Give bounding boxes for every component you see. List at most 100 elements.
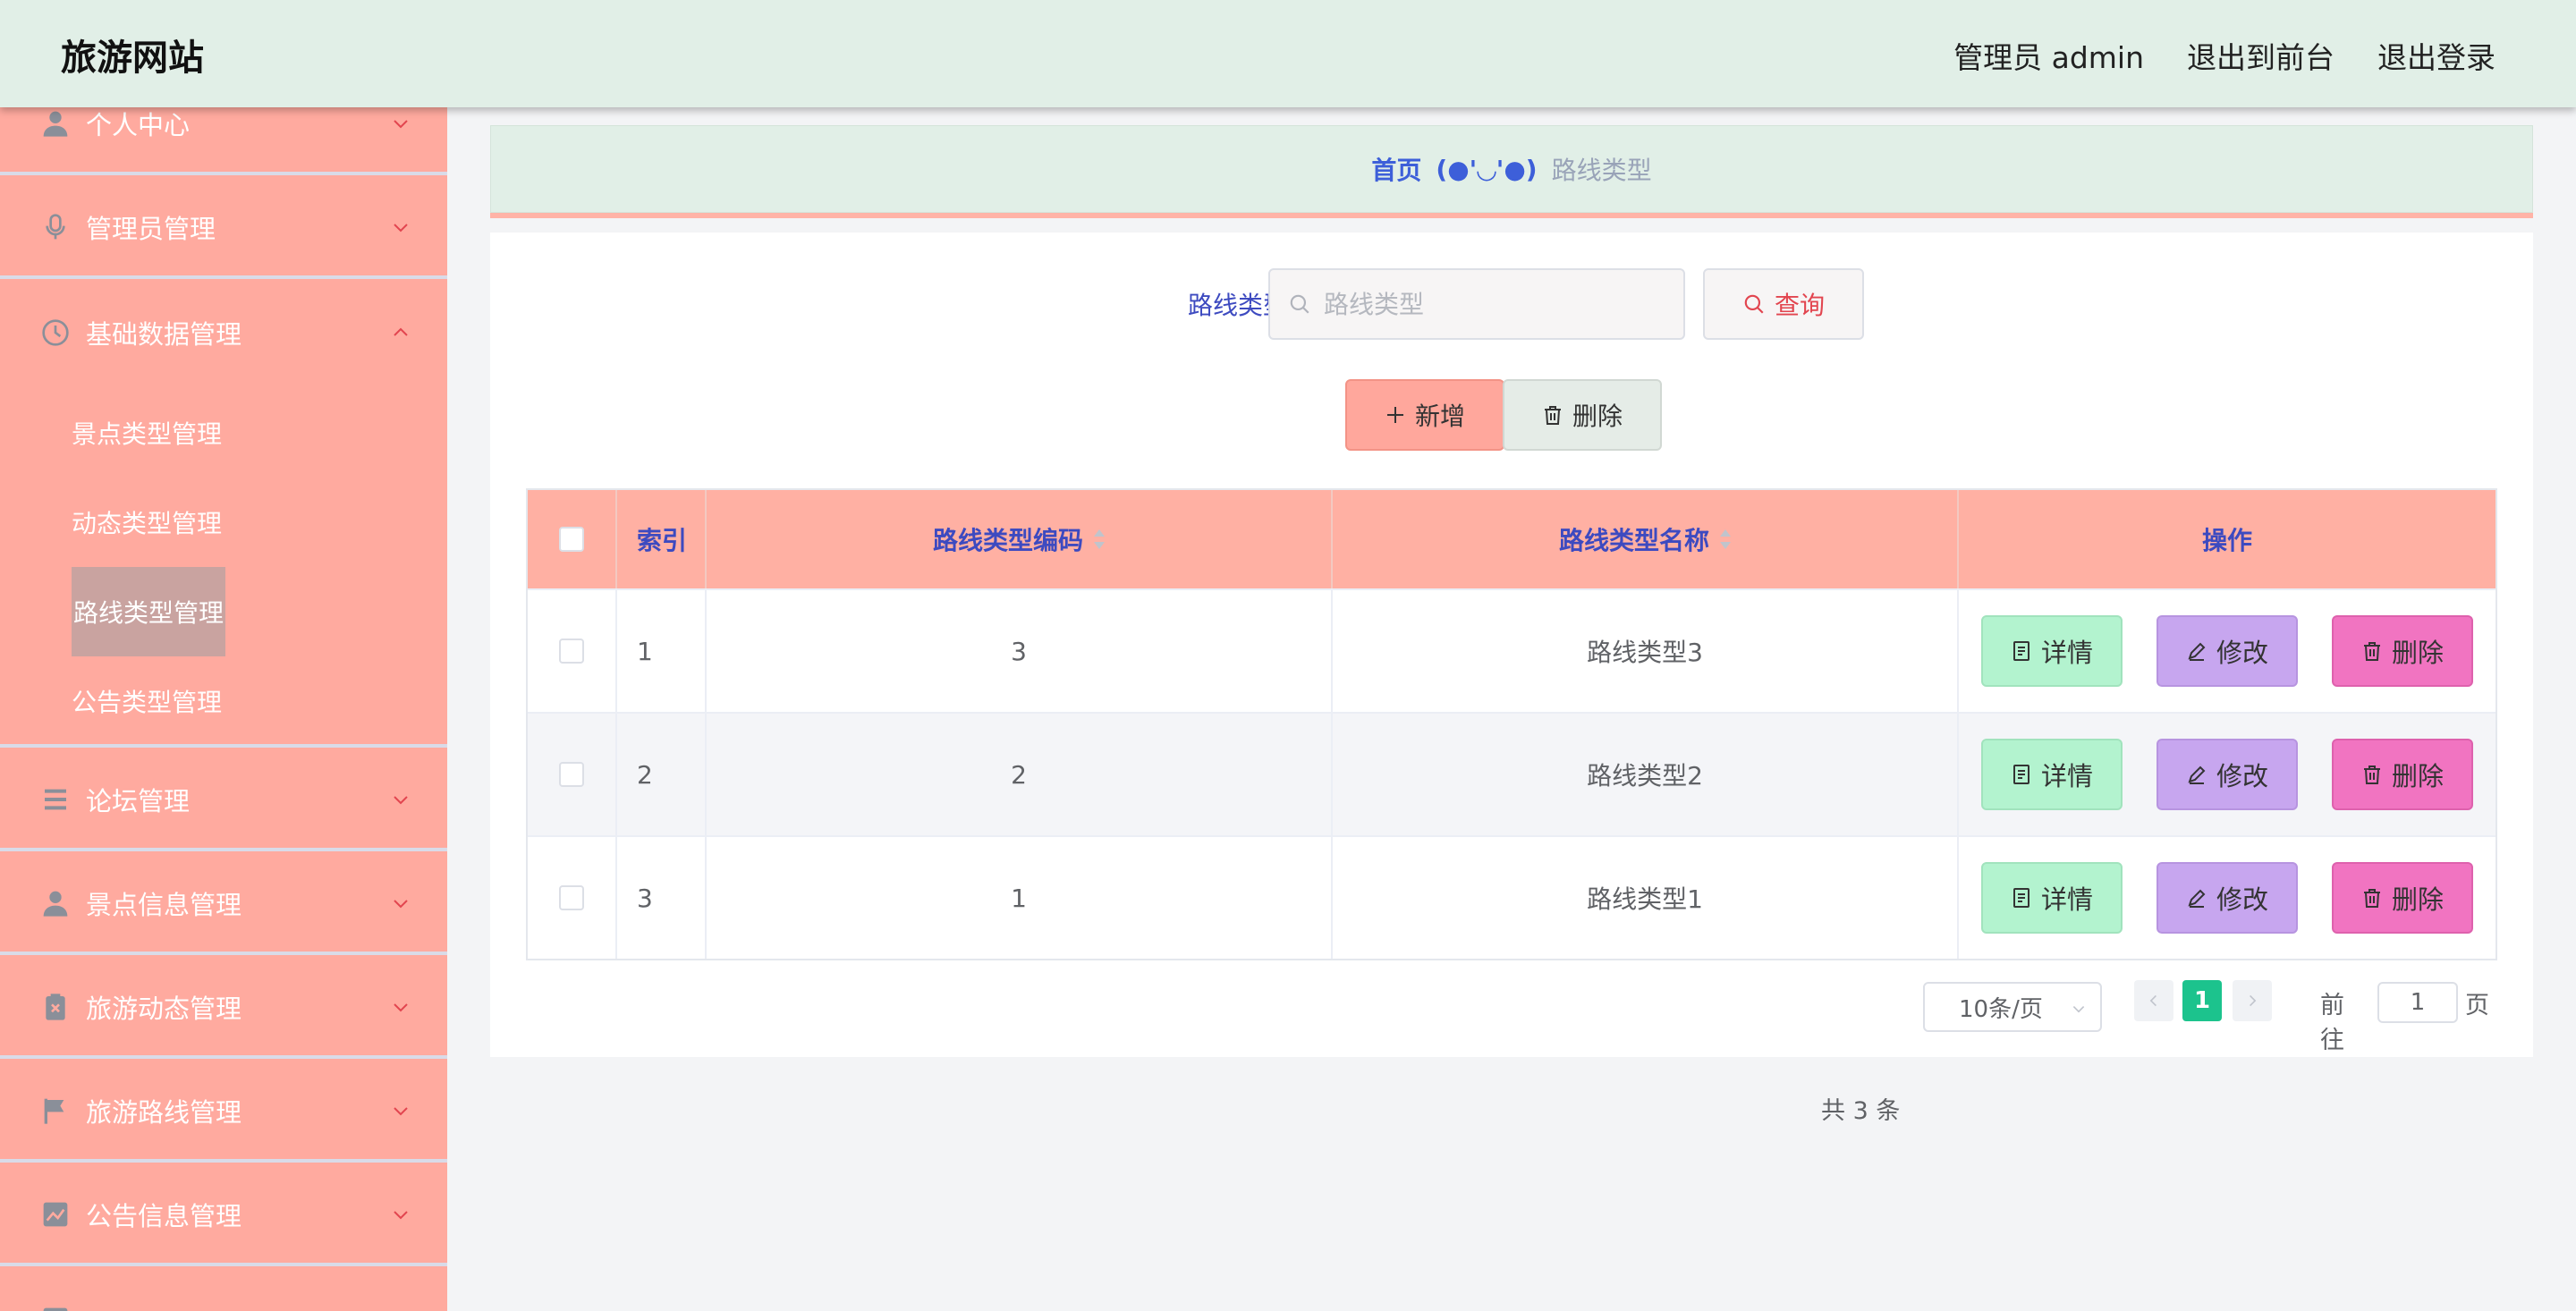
sort-icon[interactable]: [1720, 529, 1731, 549]
add-button[interactable]: 新增: [1345, 379, 1504, 451]
goto-page-input[interactable]: [2377, 982, 2458, 1023]
sidebar-item-personal-center[interactable]: 个人中心: [0, 107, 447, 175]
site-title: 旅游网站: [61, 38, 204, 79]
edit-button-label: 修改: [2216, 638, 2268, 668]
row-select-cell: [528, 837, 617, 959]
row-code: 1: [707, 837, 1333, 959]
search-field[interactable]: [1268, 268, 1685, 340]
sidebar-item-basic-data-management[interactable]: 基础数据管理: [0, 283, 447, 383]
page-unit-label: 页: [2465, 992, 2489, 1019]
sort-icon[interactable]: [1094, 529, 1105, 549]
menu-icon: [41, 1306, 70, 1311]
sidebar-item-travel-route-management[interactable]: 旅游路线管理: [0, 1062, 447, 1163]
page-size-value: 10条/页: [1959, 995, 2043, 1023]
document-icon: [2012, 765, 2029, 784]
edit-button-label: 修改: [2216, 884, 2268, 915]
prev-page-button[interactable]: [2134, 980, 2174, 1021]
row-ops: 详情 修改 删除: [1959, 714, 2496, 835]
pagination-total: 共 3 条: [1821, 1097, 1901, 1125]
breadcrumb-home[interactable]: 首页: [1371, 151, 1421, 187]
sidebar-subitem-scenic-type[interactable]: 景点类型管理: [72, 388, 222, 478]
plus-icon: [1386, 407, 1403, 423]
chevron-down-icon: [2072, 1006, 2085, 1013]
page-size-select[interactable]: 10条/页: [1923, 982, 2102, 1032]
sidebar-item-admin-management[interactable]: 管理员管理: [0, 179, 447, 279]
breadcrumb-current: 路线类型: [1551, 156, 1652, 185]
sidebar-subitem-news-type[interactable]: 动态类型管理: [72, 478, 222, 567]
detail-button[interactable]: 详情: [1981, 739, 2123, 810]
top-nav: 管理员 admin 退出到前台 退出登录: [1953, 34, 2496, 77]
flag-icon: [41, 1096, 70, 1125]
edit-button[interactable]: 修改: [2157, 862, 2298, 934]
exit-to-front-link[interactable]: 退出到前台: [2187, 34, 2334, 77]
table-header: 索引 路线类型编码 路线类型名称 操作: [528, 490, 2496, 588]
document-icon: [2012, 641, 2029, 661]
microphone-icon: [41, 213, 70, 241]
detail-button-label: 详情: [2040, 884, 2093, 915]
row-checkbox[interactable]: [559, 639, 584, 664]
row-index: 3: [617, 837, 707, 959]
route-type-table: 索引 路线类型编码 路线类型名称 操作 1 3 路线类型3 详情 修改 删除 2…: [526, 488, 2497, 960]
row-name: 路线类型2: [1333, 714, 1959, 835]
sidebar-item-label: 论坛管理: [86, 786, 191, 816]
detail-button[interactable]: 详情: [1981, 615, 2123, 687]
search-icon: [1290, 294, 1309, 314]
add-button-label: 新增: [1414, 402, 1465, 431]
sidebar-item-label: 管理员管理: [86, 214, 216, 244]
sidebar-item-travel-news-management[interactable]: 旅游动态管理: [0, 959, 447, 1059]
sidebar-item-notice-info-management[interactable]: 公告信息管理: [0, 1166, 447, 1266]
query-button[interactable]: 查询: [1703, 268, 1864, 340]
delete-button[interactable]: 删除: [2332, 739, 2473, 810]
select-all-checkbox[interactable]: [559, 527, 584, 552]
sidebar-item-label: 个人中心: [86, 110, 191, 140]
edit-button[interactable]: 修改: [2157, 615, 2298, 687]
page-number-current[interactable]: 1: [2182, 980, 2222, 1021]
main-content: 首页 (●'◡'●) 路线类型 路线类型 查询 新增 删除: [447, 107, 2576, 1311]
sidebar-item-forum-management[interactable]: 论坛管理: [0, 751, 447, 851]
query-button-label: 查询: [1774, 291, 1825, 320]
row-checkbox[interactable]: [559, 885, 584, 910]
sidebar-item-partial[interactable]: [0, 1270, 447, 1311]
batch-delete-button-label: 删除: [1572, 402, 1623, 431]
row-select-cell: [528, 590, 617, 712]
edit-button-label: 修改: [2216, 761, 2268, 791]
clipboard-icon: [41, 993, 70, 1021]
header-index: 索引: [617, 490, 707, 588]
sidebar-item-label: 旅游动态管理: [86, 994, 242, 1024]
clock-icon: [41, 318, 70, 347]
batch-delete-button[interactable]: 删除: [1503, 379, 1662, 451]
sidebar-subitem-notice-type[interactable]: 公告类型管理: [72, 656, 222, 746]
header-name[interactable]: 路线类型名称: [1333, 490, 1959, 588]
trash-icon: [2363, 765, 2380, 784]
row-code: 2: [707, 714, 1333, 835]
pencil-icon: [2188, 889, 2206, 908]
logout-link[interactable]: 退出登录: [2377, 34, 2496, 77]
chevron-down-icon: [394, 900, 408, 909]
chevron-up-icon: [394, 327, 408, 336]
document-icon: [2012, 888, 2029, 908]
delete-button[interactable]: 删除: [2332, 862, 2473, 934]
chevron-down-icon: [394, 1107, 408, 1116]
sidebar-item-label: 公告信息管理: [86, 1201, 242, 1231]
row-name: 路线类型3: [1333, 590, 1959, 712]
row-checkbox[interactable]: [559, 762, 584, 787]
header-code[interactable]: 路线类型编码: [707, 490, 1333, 588]
edit-button[interactable]: 修改: [2157, 739, 2298, 810]
delete-button-label: 删除: [2391, 884, 2444, 915]
chevron-right-icon: [2250, 994, 2257, 1007]
trash-icon: [1544, 406, 1561, 425]
sidebar-subitem-route-type[interactable]: 路线类型管理: [72, 567, 226, 656]
sidebar-item-scenic-info-management[interactable]: 景点信息管理: [0, 855, 447, 955]
admin-user-label[interactable]: 管理员 admin: [1953, 34, 2144, 77]
top-header: 旅游网站 管理员 admin 退出到前台 退出登录: [0, 0, 2576, 107]
list-icon: [41, 785, 70, 814]
search-input[interactable]: [1322, 288, 1662, 320]
delete-button[interactable]: 删除: [2332, 615, 2473, 687]
next-page-button[interactable]: [2233, 980, 2272, 1021]
detail-button-label: 详情: [2040, 761, 2093, 791]
sidebar-divider: [0, 744, 447, 748]
detail-button[interactable]: 详情: [1981, 862, 2123, 934]
sidebar-item-label: 基础数据管理: [86, 319, 242, 350]
breadcrumb: 首页 (●'◡'●) 路线类型: [490, 125, 2533, 213]
chevron-down-icon: [394, 796, 408, 805]
